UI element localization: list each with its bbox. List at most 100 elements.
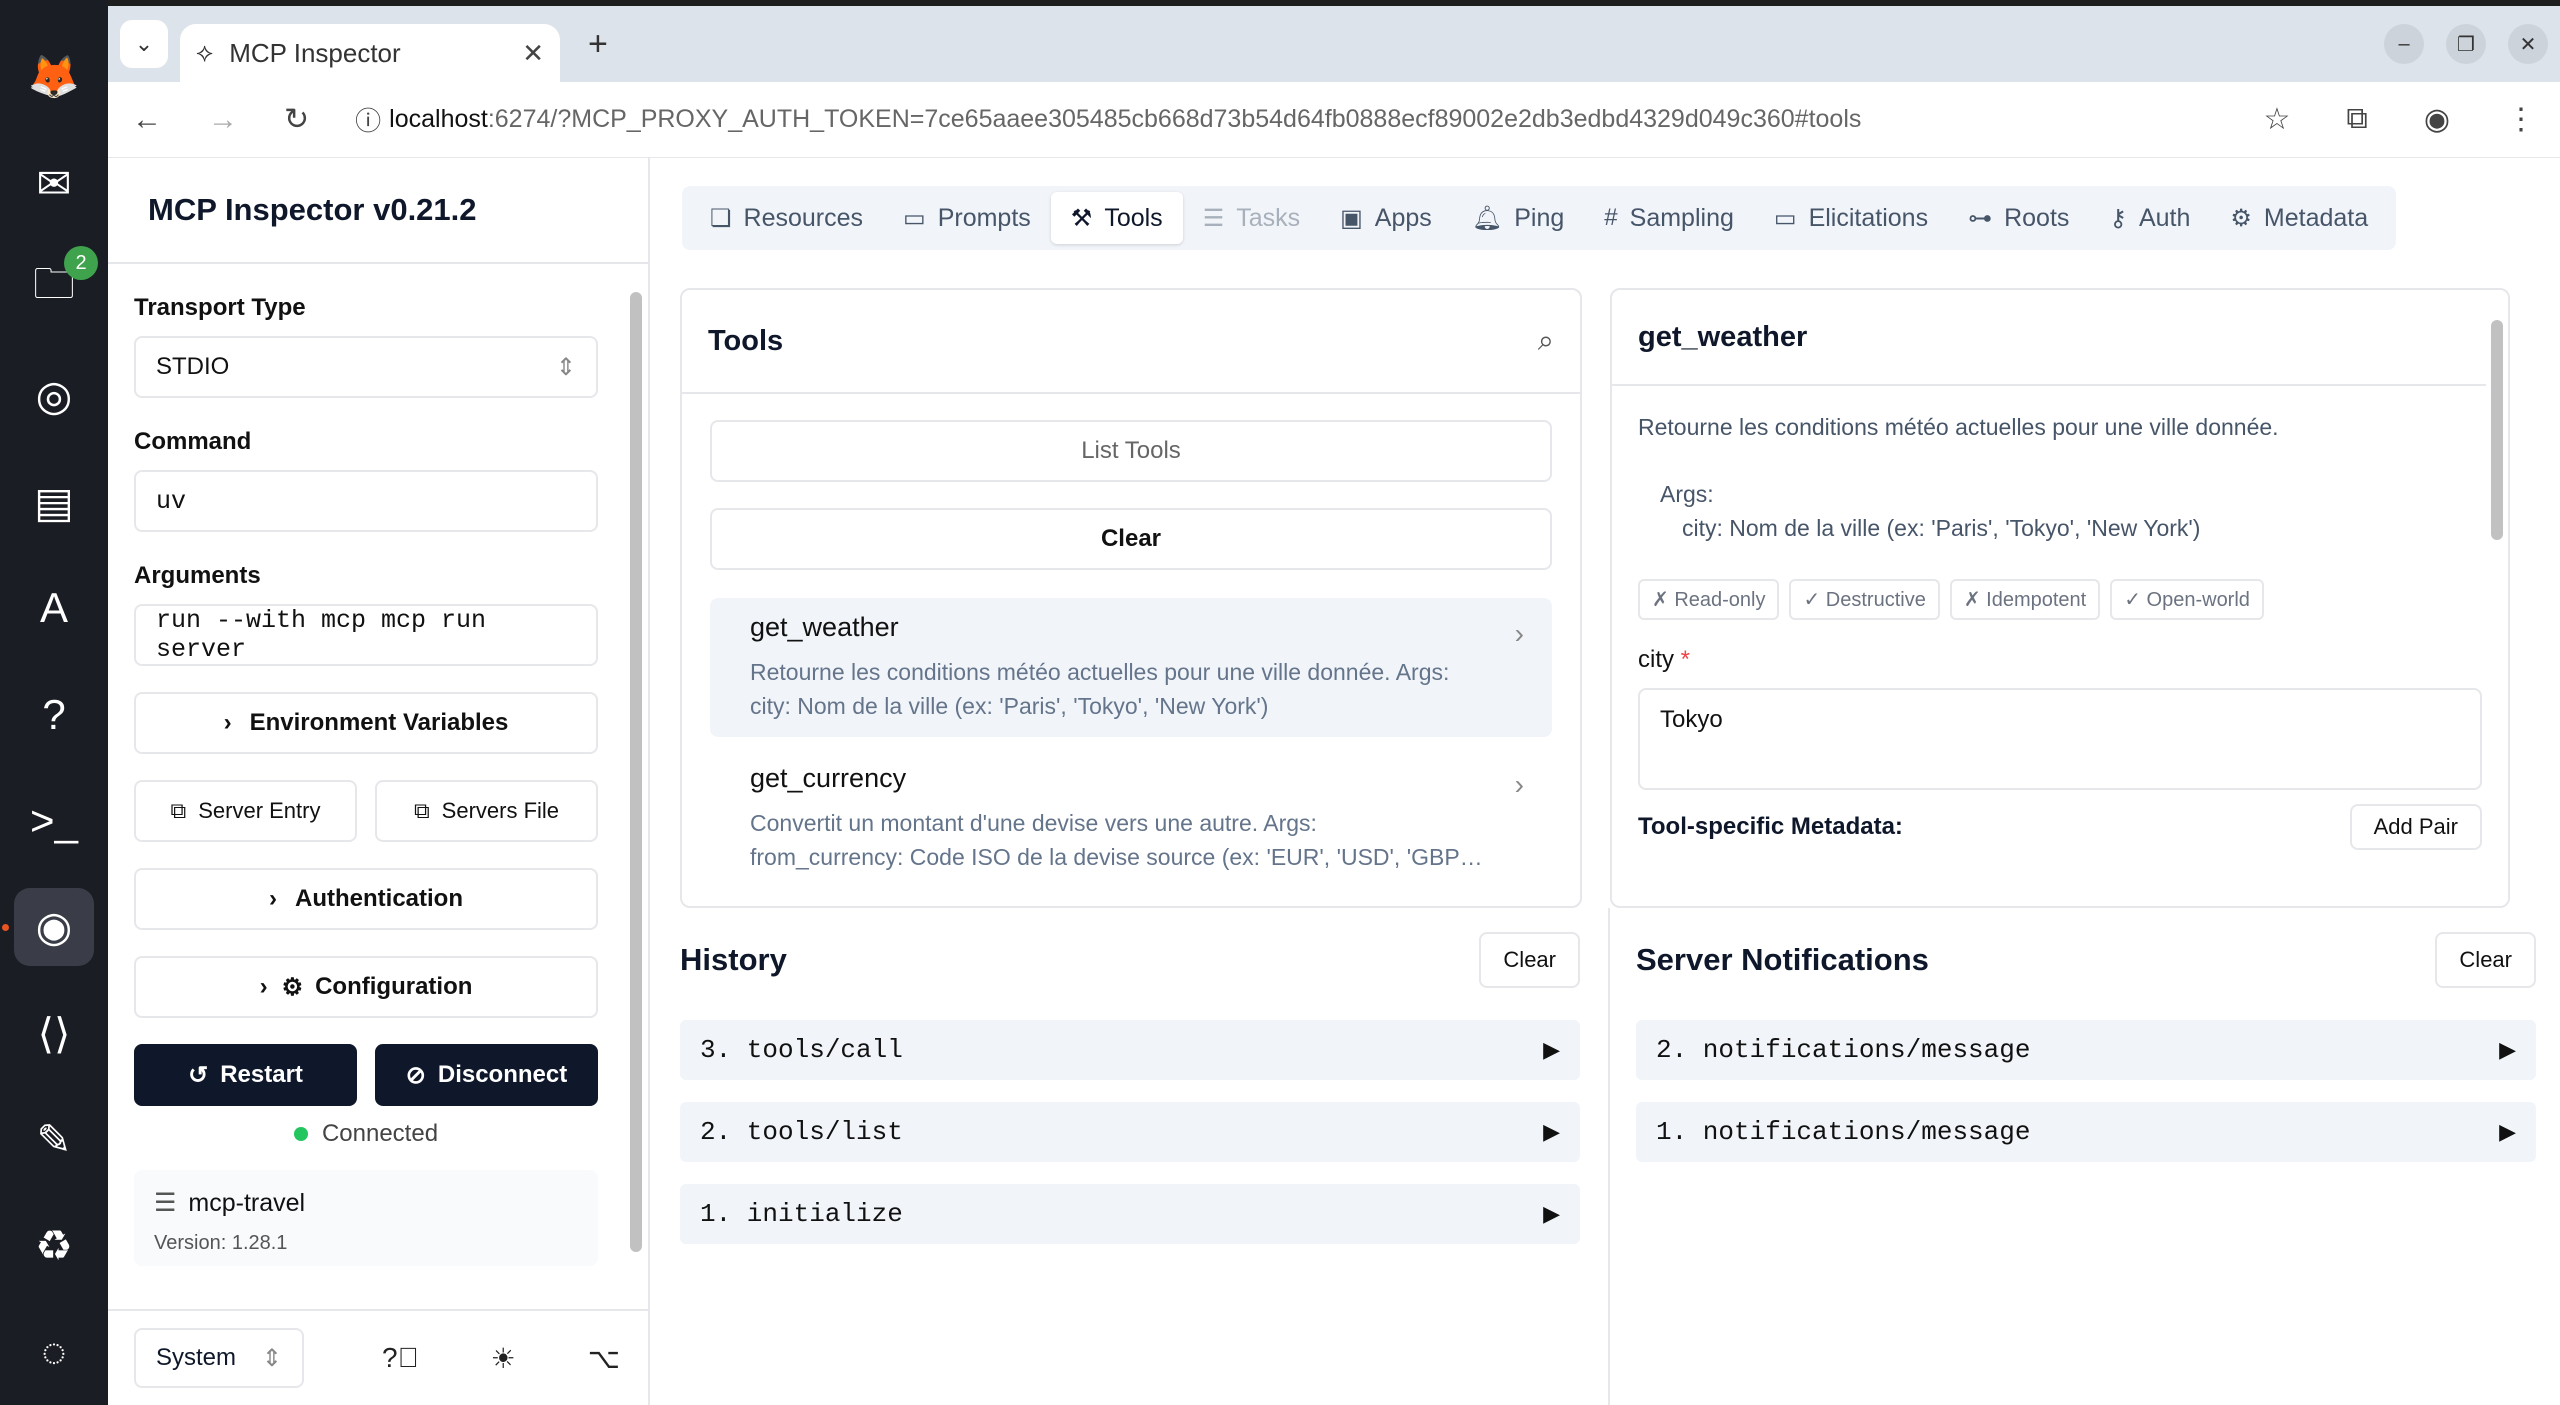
tab-prompts[interactable]: ▭ Prompts <box>883 192 1051 244</box>
new-tab-button[interactable]: + <box>588 25 608 64</box>
page: MCP Inspector v0.21.2 Transport Type STD… <box>108 158 2560 1405</box>
browser-window: ⌄ ⟡ MCP Inspector ✕ + – ❐ ✕ ← → ↻ ⓘ loca… <box>108 6 2560 1405</box>
command-input[interactable]: uv <box>134 470 598 532</box>
files-icon[interactable]: 🗀 2 <box>14 246 98 328</box>
clear-tools-button[interactable]: Clear <box>710 508 1552 570</box>
vscode-icon[interactable]: ⟨⟩ <box>14 994 94 1072</box>
text-editor-icon[interactable]: ✎ <box>14 1100 94 1178</box>
select-chevron-icon: ⇕ <box>261 1344 282 1372</box>
disconnect-button[interactable]: ⊘ Disconnect <box>375 1044 598 1106</box>
expand-triangle-icon[interactable]: ▶ <box>1543 1120 1560 1145</box>
tool-detail-card: get_weather Retourne les conditions mété… <box>1610 288 2510 908</box>
history-item[interactable]: 2. tools/list ▶ <box>680 1102 1580 1162</box>
notifications-header: Server Notifications Clear <box>1636 932 2536 988</box>
restore-button[interactable]: ❐ <box>2446 24 2486 64</box>
tab-roots[interactable]: ⊶ Roots <box>1948 192 2089 244</box>
expand-triangle-icon[interactable]: ▶ <box>2499 1120 2516 1145</box>
history-item[interactable]: 1. initialize ▶ <box>680 1184 1580 1244</box>
server-info: ☰ mcp-travel Version: 1.28.1 <box>134 1170 598 1266</box>
close-tab-icon[interactable]: ✕ <box>522 38 544 69</box>
writer-icon[interactable]: ▤ <box>14 463 94 541</box>
servers-file-button[interactable]: ⧉ Servers File <box>375 780 598 842</box>
tab-ping[interactable]: 🔔︎ Ping <box>1452 192 1585 244</box>
transport-select[interactable]: STDIO ⇕ <box>134 336 598 398</box>
detail-scrollbar[interactable] <box>2486 290 2508 906</box>
notification-item[interactable]: 2. notifications/message ▶ <box>1636 1020 2536 1080</box>
minimize-button[interactable]: – <box>2384 24 2424 64</box>
site-info-icon[interactable]: ⓘ <box>355 101 381 138</box>
sidebar-footer: System ⇕ ?⃝ ☀ ⌥ <box>108 1309 648 1405</box>
help-icon[interactable]: ? <box>14 675 94 753</box>
expand-triangle-icon[interactable]: ▶ <box>1543 1202 1560 1227</box>
tab-label: Roots <box>2004 203 2070 232</box>
expand-triangle-icon[interactable]: ▶ <box>1543 1038 1560 1063</box>
chrome-icon[interactable]: ◉ <box>2 887 94 967</box>
menu-kebab-icon[interactable]: ⋮ <box>2506 102 2536 137</box>
dock: 🦊 ✉ 🗀 2 ◎ ▤ A ? >_ ◉ ⟨⟩ ✎ ♻ ◌ <box>0 0 108 1405</box>
terminal-icon[interactable]: >_ <box>14 782 94 860</box>
tab-tasks[interactable]: ☰ Tasks <box>1183 192 1320 244</box>
arguments-input[interactable]: run --with mcp mcp run server <box>134 604 598 666</box>
sidebar: MCP Inspector v0.21.2 Transport Type STD… <box>108 158 650 1405</box>
tab-elicitations[interactable]: ▭ Elicitations <box>1754 192 1948 244</box>
list-tools-button[interactable]: List Tools <box>710 420 1552 482</box>
server-entry-button[interactable]: ⧉ Server Entry <box>134 780 357 842</box>
restart-label: Restart <box>220 1061 303 1088</box>
sidebar-scrollbar[interactable] <box>630 278 642 1278</box>
tool-name: get_weather <box>750 612 899 642</box>
bookmark-star-icon[interactable]: ☆ <box>2263 102 2290 137</box>
tool-item-get-currency[interactable]: get_currency Convertit un montant d'une … <box>710 749 1552 888</box>
rhythmbox-icon[interactable]: ◎ <box>14 357 94 435</box>
bell-icon: 🔔︎ <box>1471 204 1503 232</box>
transport-label: Transport Type <box>134 294 306 321</box>
bug-icon[interactable]: ☀ <box>491 1342 516 1375</box>
main-content: ❏ Resources ▭ Prompts ⚒ Tools ☰ Tasks ▣ Apps … <box>652 158 2560 1405</box>
github-icon[interactable]: ⌥ <box>588 1342 620 1375</box>
disconnect-label: Disconnect <box>437 1061 568 1088</box>
servers-file-label: Servers File <box>441 798 560 823</box>
tab-sampling[interactable]: # Sampling <box>1584 192 1754 244</box>
extensions-icon[interactable]: ⧉ <box>2346 102 2367 137</box>
tab-search-button[interactable]: ⌄ <box>120 20 168 68</box>
tool-item-get-weather[interactable]: get_weather Retourne les conditions mété… <box>710 598 1552 737</box>
tab-apps[interactable]: ▣ Apps <box>1320 192 1452 244</box>
clear-notifications-button[interactable]: Clear <box>2435 932 2536 988</box>
help-circle-icon[interactable]: ?⃝ <box>382 1342 419 1375</box>
close-window-button[interactable]: ✕ <box>2508 24 2548 64</box>
tab-tools[interactable]: ⚒ Tools <box>1050 192 1183 244</box>
appcenter-icon[interactable]: A <box>14 569 94 647</box>
param-city-input[interactable]: Tokyo <box>1638 688 2482 790</box>
unplug-icon: ⊘ <box>405 1061 426 1089</box>
copy-icon: ⧉ <box>170 798 187 823</box>
url-host: localhost <box>389 105 488 133</box>
back-button[interactable]: ← <box>132 103 162 137</box>
tab-resources[interactable]: ❏ Resources <box>690 192 883 244</box>
annotation-destructive: ✓ Destructive <box>1789 579 1940 620</box>
tool-description: Retourne les conditions météo actuelles … <box>750 659 1450 719</box>
forward-button[interactable]: → <box>208 103 238 137</box>
theme-select[interactable]: System ⇕ <box>134 1328 304 1388</box>
clear-history-button[interactable]: Clear <box>1479 932 1580 988</box>
tab-metadata[interactable]: ⚙ Metadata <box>2210 192 2388 244</box>
trash-icon[interactable]: ♻ <box>14 1207 94 1285</box>
history-item[interactable]: 3. tools/call ▶ <box>680 1020 1580 1080</box>
thunderbird-icon[interactable]: ✉ <box>14 144 94 222</box>
notification-item[interactable]: 1. notifications/message ▶ <box>1636 1102 2536 1162</box>
add-pair-button[interactable]: Add Pair <box>2349 804 2482 850</box>
browser-tab[interactable]: ⟡ MCP Inspector ✕ <box>180 24 560 82</box>
firefox-icon[interactable]: 🦊 <box>14 38 94 116</box>
tab-auth[interactable]: ⚷ Auth <box>2089 192 2210 244</box>
url-field[interactable]: localhost:6274/?MCP_PROXY_AUTH_TOKEN=7ce… <box>389 105 1861 134</box>
url-path: :6274/?MCP_PROXY_AUTH_TOKEN=7ce65aaee305… <box>487 105 1862 133</box>
profile-icon[interactable]: ◉ <box>2424 102 2450 137</box>
tab-label: Prompts <box>937 203 1031 232</box>
configuration-toggle[interactable]: › ⚙ Configuration <box>134 956 598 1018</box>
restart-button[interactable]: ↺ Restart <box>134 1044 357 1106</box>
args-label: Args: <box>1660 481 1714 507</box>
authentication-toggle[interactable]: › Authentication <box>134 868 598 930</box>
env-vars-toggle[interactable]: › Environment Variables <box>134 692 598 754</box>
ubuntu-icon[interactable]: ◌ <box>14 1313 94 1391</box>
expand-triangle-icon[interactable]: ▶ <box>2499 1038 2516 1063</box>
reload-button[interactable]: ↻ <box>284 102 309 137</box>
search-icon[interactable]: ⌕ <box>1538 325 1554 358</box>
